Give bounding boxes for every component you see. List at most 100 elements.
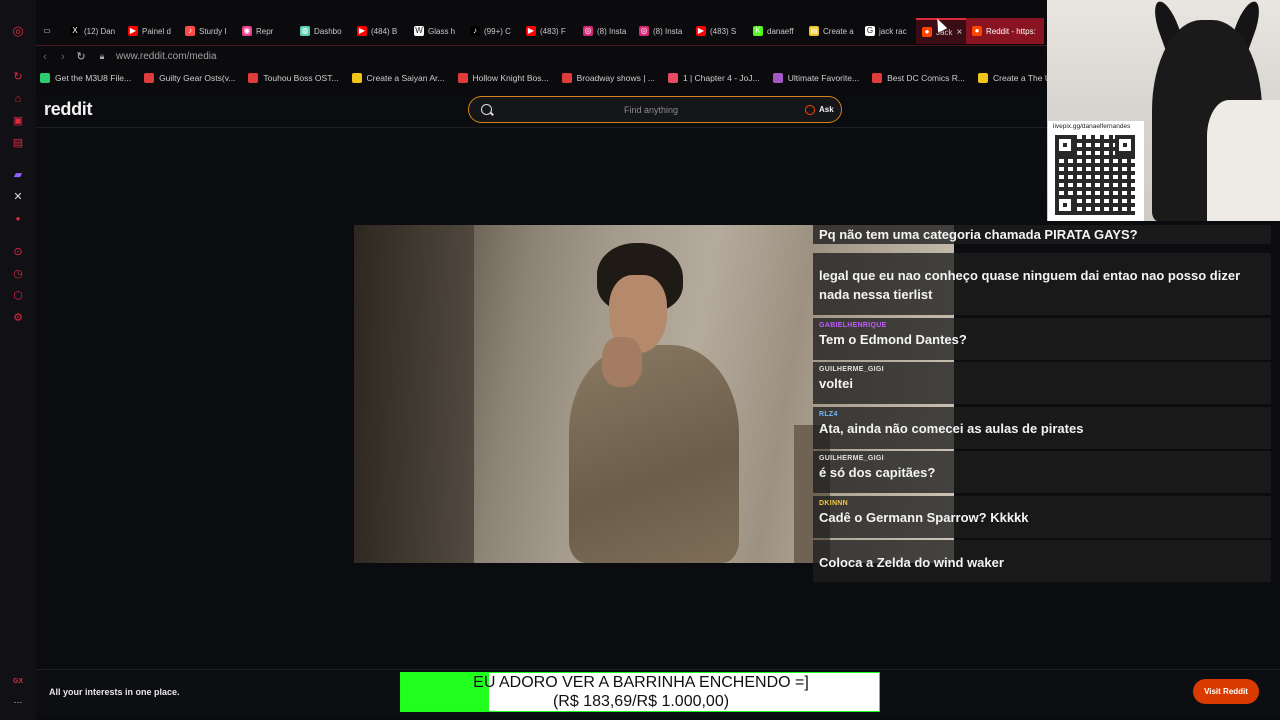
bookmark-icon (457, 73, 468, 83)
qr-code-icon (1055, 135, 1135, 215)
url-field[interactable]: www.reddit.com/media (116, 51, 217, 62)
history-icon[interactable]: ◷ (11, 267, 25, 281)
bookmark-item[interactable]: Hollow Knight Bos... (457, 73, 549, 83)
tab-6[interactable]: W Glass h (408, 18, 464, 44)
chat-message: GUILHERME_GIGI voltei (813, 362, 1271, 404)
bookmark-icon (667, 73, 678, 83)
tab-14[interactable]: Gjack rac (859, 18, 916, 44)
tab-label: Sturdy I (199, 26, 227, 36)
tab-label: (12) Dan (84, 26, 116, 36)
tab-close-icon[interactable]: × (956, 27, 962, 38)
settings-icon[interactable]: ⚙ (11, 311, 25, 325)
bookmark-item[interactable]: 1 | Chapter 4 - JoJ... (667, 73, 760, 83)
chat-message: Pq não tem uma categoria chamada PIRATA … (813, 225, 1271, 244)
gx-store-icon[interactable]: ▣ (11, 114, 25, 128)
bookmark-item[interactable]: Best DC Comics R... (872, 73, 965, 83)
tab-0[interactable]: X (12) Dan (64, 18, 122, 44)
tab-label: (483) S (710, 26, 737, 36)
tab-9[interactable]: ◎ (8) Insta (577, 18, 633, 44)
twitch-icon[interactable]: ▰ (11, 168, 25, 182)
ask-button[interactable]: Ask (819, 105, 834, 114)
gx-corner-icon[interactable]: ⌂ (11, 92, 25, 106)
browser-sidebar: ◎ ↻ ⌂ ▣ ▤ ▰ ✕ ● ⊙ ◷ ⬡ ⚙ GX ⋯ (0, 0, 36, 720)
reddit-logo[interactable]: reddit (44, 99, 93, 120)
chat-username: GUILHERME_GIGI (819, 455, 884, 462)
tab-4[interactable]: ◍ Dashbo (294, 18, 351, 44)
bookmark-icon (40, 73, 50, 83)
tiktok-icon: ♪ (470, 26, 480, 36)
tab-2[interactable]: ♪ Sturdy I (179, 18, 236, 44)
goal-amount: (R$ 183,69/R$ 1.000,00) (552, 693, 730, 710)
chat-text: Pq não tem uma categoria chamada PIRATA … (819, 227, 1138, 242)
tab-label: (99+) C (484, 26, 511, 36)
bookmark-item[interactable]: Guilty Gear Osts(v... (144, 73, 235, 83)
visit-reddit-button[interactable]: Visit Reddit (1193, 679, 1259, 704)
opera-logo-icon[interactable]: ◎ (11, 24, 25, 38)
bookmark-icon (772, 73, 783, 83)
wikipedia-icon: W (414, 26, 424, 36)
tab-16[interactable]: ● Reddit - https: (966, 18, 1044, 44)
reload-icon[interactable]: ↻ (72, 50, 90, 63)
stream-chat-overlay: Pq não tem uma categoria chamada PIRATA … (813, 225, 1271, 585)
qr-finder (1055, 135, 1075, 155)
chat-text: legal que eu nao conheço quase ninguem d… (819, 268, 1241, 302)
tab-1[interactable]: ▶ Painel d (122, 18, 179, 44)
search-bar[interactable]: Find anything Ask (468, 96, 842, 123)
bookmark-item[interactable]: Touhou Boss OST... (248, 73, 339, 83)
chat-message: RLZ4 Ata, ainda não comecei as aulas de p… (813, 407, 1271, 449)
media-player-icon[interactable]: ● (11, 212, 25, 226)
tab-label: Repr (256, 26, 274, 36)
chat-text: Coloca a Zelda do wind waker (819, 555, 1004, 570)
tab-label: (8) Insta (597, 26, 627, 36)
chat-message: GABIELHENRIQUE Tem o Edmond Dantes? (813, 318, 1271, 360)
player-icon[interactable]: ⊙ (11, 245, 25, 259)
audio-icon: ◉ (242, 26, 252, 36)
tab-5[interactable]: ▶ (484) B (351, 18, 408, 44)
bookmarks-bar: Get the M3U8 File... Guilty Gear Osts(v..… (36, 68, 1064, 88)
extensions-icon[interactable]: ⬡ (11, 289, 25, 303)
tab-label: Dashbo (314, 26, 342, 36)
bookmark-label: Ultimate Favorite... (787, 73, 860, 83)
tab-8[interactable]: ▶ (483) F (520, 18, 577, 44)
tab-label: jack rac (879, 26, 907, 36)
tab-overview-icon: ▭ (43, 26, 51, 35)
gx-mods-icon[interactable]: ▤ (11, 136, 25, 150)
chat-username: DKINNN (819, 500, 849, 507)
qr-finder (1115, 135, 1135, 155)
instagram-icon: ◎ (583, 26, 593, 36)
more-icon[interactable]: ⋯ (11, 695, 25, 709)
bookmark-icon (561, 73, 572, 83)
bookmark-item[interactable]: Get the M3U8 File... (40, 73, 131, 83)
ask-icon (805, 105, 815, 115)
forward-icon[interactable]: › (54, 51, 72, 63)
tab-3[interactable]: ◉ Repr (236, 18, 294, 44)
instagram-icon: ◎ (639, 26, 649, 36)
tab-label: Painel d (142, 26, 171, 36)
tab-11[interactable]: ▶ (483) S (690, 18, 747, 44)
chat-text: Cadê o Germann Sparrow? Kkkkk (819, 510, 1029, 525)
tab-overview-button[interactable]: ▭ (36, 18, 64, 44)
image-figure-coat (569, 345, 739, 563)
tab-label: Glass h (428, 26, 456, 36)
chat-username-blurred (819, 544, 1265, 552)
bookmark-label: Touhou Boss OST... (263, 73, 339, 83)
x-twitter-icon[interactable]: ✕ (11, 190, 25, 204)
search-input[interactable]: Find anything (624, 105, 678, 115)
screen: ◎ ↻ ⌂ ▣ ▤ ▰ ✕ ● ⊙ ◷ ⬡ ⚙ GX ⋯ ▭ X (12) Dan… (0, 0, 1280, 720)
tab-12[interactable]: Kdanaeff (747, 18, 803, 44)
bookmark-item[interactable]: Ultimate Favorite... (772, 73, 860, 83)
lock-icon[interactable]: 🔒︎ (94, 51, 110, 62)
bookmark-item[interactable]: Create a Saiyan Ar... (351, 73, 445, 83)
tab-label: (484) B (371, 26, 398, 36)
qr-finder (1055, 195, 1075, 215)
tab-13[interactable]: ▤ Create a (803, 18, 859, 44)
tab-10[interactable]: ◎ (8) Insta (633, 18, 690, 44)
chat-message: DKINNN Cadê o Germann Sparrow? Kkkkk (813, 496, 1271, 538)
donation-goal-bar: EU ADORO VER A BARRINHA ENCHENDO =] (R$ … (400, 672, 880, 712)
gx-control-icon[interactable]: ↻ (11, 70, 25, 84)
tab-label: (483) F (540, 26, 566, 36)
bookmark-item[interactable]: Broadway shows | ... (561, 73, 655, 83)
tab-7[interactable]: ♪ (99+) C (464, 18, 520, 44)
chat-text: Tem o Edmond Dantes? (819, 332, 967, 347)
back-icon[interactable]: ‹ (36, 51, 54, 63)
